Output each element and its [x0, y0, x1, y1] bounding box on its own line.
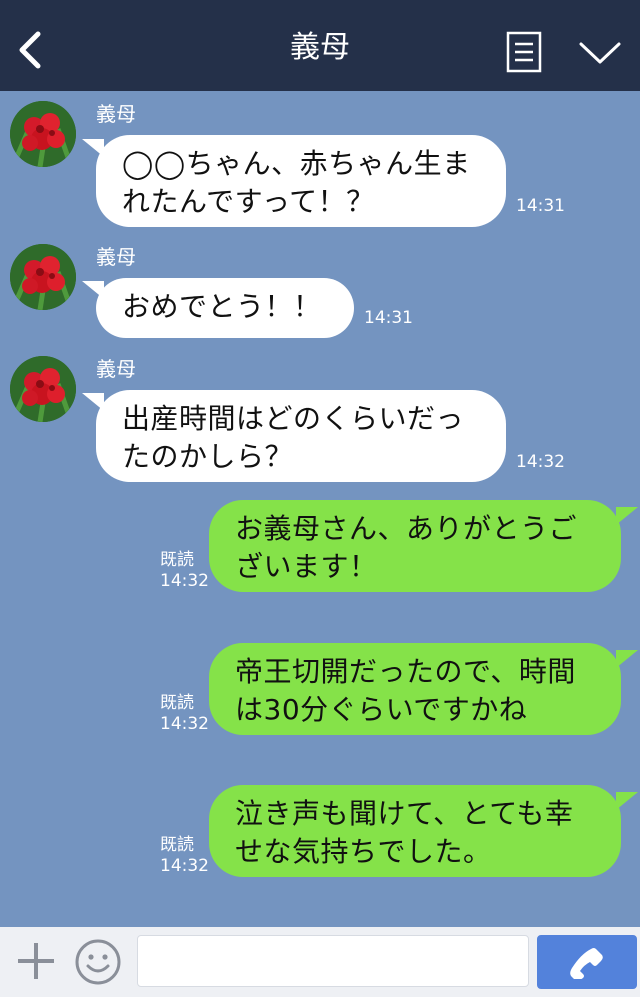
phone-icon [570, 948, 603, 979]
message-time: 14:31 [364, 308, 413, 328]
chevron-down-icon[interactable] [578, 38, 622, 68]
message-line: おめでとう！！ [122, 290, 322, 323]
sender-name: 義母 [96, 245, 136, 269]
sender-name: 義母 [96, 357, 136, 381]
message-bubble-incoming[interactable]: 出産時間はどのくらいだっ たのかしら？ [96, 390, 506, 482]
message-time: 14:32 [160, 714, 209, 734]
bubble-tail [616, 650, 638, 668]
message-line: 泣き声も聞けて、とても幸 [235, 797, 574, 830]
menu-list-icon[interactable] [506, 31, 542, 73]
message-line: お義母さん、ありがとうご [235, 512, 578, 545]
message-bubble-outgoing[interactable]: お義母さん、ありがとうご ざいます！ [209, 500, 621, 592]
read-label: 既読 [160, 550, 194, 570]
message-time: 14:32 [516, 452, 565, 472]
message-line: せな気持ちでした。 [235, 835, 492, 868]
avatar[interactable] [10, 101, 76, 167]
message-line: は30分ぐらいですかね [235, 693, 528, 726]
flower-avatar-icon [10, 244, 76, 310]
message-bubble-incoming[interactable]: ◯◯ちゃん、赤ちゃん生ま れたんですって！？ [96, 135, 506, 227]
message-time: 14:32 [160, 571, 209, 591]
chat-header: 義母 [0, 0, 640, 91]
message-time: 14:32 [160, 856, 209, 876]
composer-bar [0, 927, 640, 997]
plus-icon[interactable] [16, 941, 56, 981]
bubble-tail [616, 792, 638, 810]
flower-avatar-icon [10, 356, 76, 422]
sender-name: 義母 [96, 102, 136, 126]
call-button[interactable] [537, 935, 637, 989]
message-line: ざいます！ [235, 550, 378, 583]
smiley-icon[interactable] [74, 938, 122, 986]
message-time: 14:31 [516, 196, 565, 216]
message-bubble-outgoing[interactable]: 泣き声も聞けて、とても幸 せな気持ちでした。 [209, 785, 621, 877]
message-line: たのかしら？ [122, 440, 294, 473]
avatar[interactable] [10, 244, 76, 310]
bubble-tail [616, 507, 638, 525]
message-bubble-incoming[interactable]: おめでとう！！ [96, 278, 354, 338]
read-status: 既読 14:32 [160, 550, 209, 592]
message-line: 帝王切開だったので、時間 [235, 655, 576, 688]
chat-title: 義母 [290, 30, 350, 65]
read-status: 既読 14:32 [160, 693, 209, 735]
message-line: れたんですって！？ [122, 185, 375, 218]
avatar[interactable] [10, 356, 76, 422]
read-label: 既読 [160, 835, 194, 855]
read-status: 既読 14:32 [160, 835, 209, 877]
message-input[interactable] [137, 935, 529, 987]
read-label: 既読 [160, 693, 194, 713]
message-line: ◯◯ちゃん、赤ちゃん生ま [122, 147, 471, 180]
message-line: 出産時間はどのくらいだっ [122, 402, 465, 435]
flower-avatar-icon [10, 101, 76, 167]
message-list[interactable]: 義母 ◯◯ちゃん、赤ちゃん生ま れたんですって！？ 14:31 義母 おめでとう… [0, 91, 640, 927]
message-bubble-outgoing[interactable]: 帝王切開だったので、時間 は30分ぐらいですかね [209, 643, 621, 735]
